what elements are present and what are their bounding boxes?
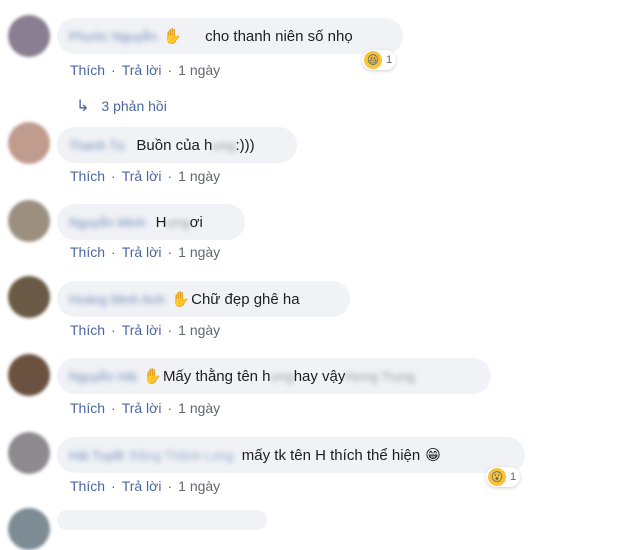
comment-text: Buồn của h [136, 136, 213, 154]
avatar[interactable] [8, 200, 50, 242]
commenter-name[interactable]: Hoàng Minh Anh [69, 292, 165, 307]
like-link[interactable]: Thích [70, 244, 105, 260]
separator: · [111, 400, 116, 416]
reaction-badge[interactable]: 😆 1 [362, 50, 397, 70]
avatar[interactable] [8, 508, 50, 550]
comment-bubble: Hoàng Minh Anh ✋ Chữ đẹp ghê ha [57, 281, 350, 317]
comment-bubble: Nguyễn Minh H ưng ơi [57, 204, 245, 240]
like-link[interactable]: Thích [70, 62, 105, 78]
reaction-badge[interactable]: 😮 1 [486, 467, 521, 487]
blurred-text [183, 29, 201, 44]
comment-text: mấy tk tên H thích thể hiện [241, 446, 421, 464]
commenter-name[interactable]: Thanh Tú [69, 138, 124, 153]
comment-actions: Thích · Trả lời · 1 ngày [70, 400, 220, 416]
avatar[interactable] [8, 122, 50, 164]
like-link[interactable]: Thích [70, 478, 105, 494]
commenter-name[interactable]: Nguyễn Hải [69, 369, 137, 384]
comment-bubble-partial [57, 510, 267, 530]
like-link[interactable]: Thích [70, 400, 105, 416]
blurred-text: ưng [270, 368, 294, 384]
comment-text: H [155, 213, 167, 231]
reply-link[interactable]: Trả lời [122, 322, 162, 338]
reply-link[interactable]: Trả lời [122, 168, 162, 184]
comment-text: Chữ đẹp ghê ha [191, 290, 300, 308]
blurred-tag: Hưng Trung [345, 368, 415, 384]
wave-hand-icon: ✋ [142, 368, 162, 385]
comment-bubble: Phước Nguyễn ✋ cho thanh niên số nhọ [57, 18, 403, 54]
grin-emoji-icon: 😁 [425, 447, 441, 464]
timestamp[interactable]: 1 ngày [178, 322, 220, 338]
separator: · [111, 244, 116, 260]
wave-hand-icon: ✋ [163, 28, 182, 45]
comment-actions: Thích · Trả lời · 1 ngày [70, 322, 220, 338]
timestamp[interactable]: 1 ngày [178, 400, 220, 416]
separator: · [111, 62, 116, 78]
like-link[interactable]: Thích [70, 322, 105, 338]
separator: · [111, 168, 116, 184]
separator: · [111, 478, 116, 494]
separator: · [167, 400, 173, 416]
reply-arrow-icon: ↳ [76, 98, 90, 115]
comment-text: cho thanh niên số nhọ [205, 27, 353, 45]
reaction-count: 1 [510, 471, 517, 483]
timestamp[interactable]: 1 ngày [178, 244, 220, 260]
separator: · [167, 168, 173, 184]
comment-bubble: Thanh Tú Buồn của h ưng :))) [57, 127, 297, 163]
comment-actions: Thích · Trả lời · 1 ngày [70, 62, 220, 78]
timestamp[interactable]: 1 ngày [178, 168, 220, 184]
reply-link[interactable]: Trả lời [122, 400, 162, 416]
avatar[interactable] [8, 354, 50, 396]
commenter-name[interactable]: Phước Nguyễn [69, 29, 157, 44]
comment-text-tail: ơi [189, 213, 203, 231]
reply-link[interactable]: Trả lời [122, 62, 162, 78]
comment-actions: Thích · Trả lời · 1 ngày [70, 168, 220, 184]
blurred-text: ưng [212, 137, 236, 153]
separator: · [167, 62, 173, 78]
separator: · [111, 322, 116, 338]
reply-link[interactable]: Trả lời [122, 478, 162, 494]
comment-actions: Thích · Trả lời · 1 ngày [70, 244, 220, 260]
separator: · [167, 478, 173, 494]
comment-text-tail: :))) [235, 136, 255, 154]
separator: · [167, 244, 173, 260]
comment-bubble: Nguyễn Hải ✋ Mấy thằng tên h ưng hay vậy… [57, 358, 491, 394]
comment-bubble: Hải Tuyết Đặng Thành Long mấy tk tên H t… [57, 437, 525, 473]
view-replies-link[interactable]: ↳ 3 phản hồi [76, 96, 167, 116]
reply-link[interactable]: Trả lời [122, 244, 162, 260]
commenter-name[interactable]: Hải Tuyết [69, 448, 124, 463]
reaction-count: 1 [386, 54, 393, 66]
comment-actions: Thích · Trả lời · 1 ngày [70, 478, 220, 494]
replies-label: 3 phản hồi [101, 98, 167, 114]
timestamp[interactable]: 1 ngày [178, 478, 220, 494]
timestamp[interactable]: 1 ngày [178, 62, 220, 78]
separator: · [167, 322, 173, 338]
avatar[interactable] [8, 15, 50, 57]
comment-text: Mấy thằng tên h [162, 367, 271, 385]
tagged-names[interactable]: Đặng Thành Long [130, 448, 234, 463]
wave-hand-icon: ✋ [171, 291, 190, 308]
commenter-name[interactable]: Nguyễn Minh [69, 215, 146, 230]
avatar[interactable] [8, 432, 50, 474]
blurred-text: ưng [166, 214, 190, 230]
laugh-reaction-icon: 😆 [364, 51, 382, 69]
comment-text-tail: hay vậy [293, 367, 346, 385]
wow-reaction-icon: 😮 [488, 468, 506, 486]
avatar[interactable] [8, 276, 50, 318]
like-link[interactable]: Thích [70, 168, 105, 184]
